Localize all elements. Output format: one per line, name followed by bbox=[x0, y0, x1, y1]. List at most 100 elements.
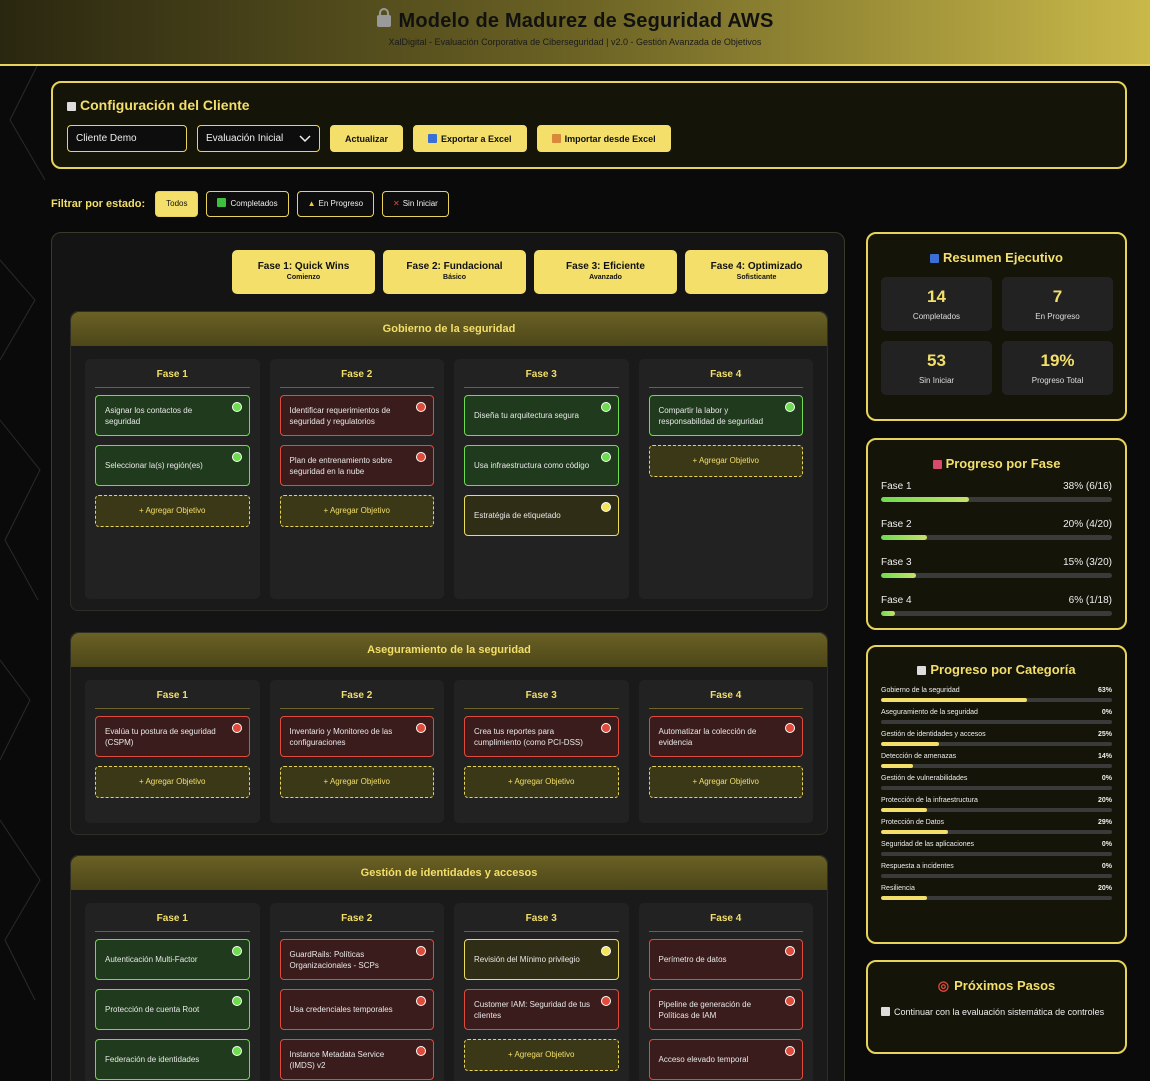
trend-chart-icon bbox=[932, 460, 942, 469]
category-value: 0% bbox=[1101, 709, 1112, 716]
objective-card[interactable]: Usa credenciales temporales bbox=[279, 989, 434, 1030]
objective-card[interactable]: Instance Metadata Service (IMDS) v2 bbox=[279, 1039, 434, 1080]
phase-column: Fase 3 Diseña tu arquitectura segura Usa i… bbox=[454, 359, 629, 599]
lock-icon bbox=[376, 8, 391, 27]
add-objective-button[interactable]: + Agregar Objetivo bbox=[279, 495, 434, 527]
status-dot-icon[interactable] bbox=[600, 452, 611, 462]
phase-header-1[interactable]: Fase 1: Quick Wins Comienzo bbox=[232, 250, 375, 294]
objective-card[interactable]: Inventario y Monitoreo de las configurac… bbox=[279, 716, 434, 757]
executive-summary-panel: Resumen Ejecutivo 14 Completados 7 En Prog… bbox=[866, 232, 1127, 421]
add-objective-button[interactable]: + Agregar Objetivo bbox=[648, 445, 803, 477]
objective-card[interactable]: Autenticación Multi-Factor bbox=[95, 939, 250, 980]
objective-card[interactable]: Revisión del Mínimo privilegio bbox=[464, 939, 619, 980]
status-dot-icon[interactable] bbox=[231, 946, 242, 956]
phase-column-title: Fase 1 bbox=[95, 690, 250, 709]
objective-card[interactable]: Identificar requerimientos de seguridad … bbox=[279, 395, 434, 436]
objective-card[interactable]: Customer IAM: Seguridad de tus clientes bbox=[464, 989, 619, 1030]
add-objective-button[interactable]: + Agregar Objetivo bbox=[648, 766, 803, 798]
domain-title: Gestión de identidades y accesos bbox=[71, 856, 827, 890]
objective-card[interactable]: Seleccionar la(s) región(es) bbox=[95, 445, 250, 486]
objective-card[interactable]: Usa infraestructura como código bbox=[464, 445, 619, 486]
status-dot-icon[interactable] bbox=[600, 723, 611, 733]
objective-card[interactable]: Perímetro de datos bbox=[648, 939, 803, 980]
status-dot-icon[interactable] bbox=[416, 723, 426, 733]
objective-card[interactable]: Protección de cuenta Root bbox=[95, 989, 250, 1030]
category-label: Aseguramiento de la seguridad bbox=[881, 709, 978, 716]
phase-columns: Fase 1 Autenticación Multi-Factor Protecci… bbox=[71, 890, 827, 1081]
export-excel-button[interactable]: Exportar a Excel bbox=[413, 125, 527, 152]
objective-card[interactable]: Automatizar la colección de evidencia bbox=[648, 716, 803, 757]
objective-card[interactable]: Estratégia de etiquetado bbox=[464, 495, 619, 536]
filter-not-started-button[interactable]: ✕ Sin Iniciar bbox=[382, 191, 449, 217]
status-dot-icon[interactable] bbox=[600, 402, 611, 412]
status-dot-icon[interactable] bbox=[231, 402, 242, 412]
status-dot-icon[interactable] bbox=[600, 946, 611, 956]
next-steps-panel: ◎ Próximos Pasos Continuar con la evaluac… bbox=[866, 960, 1127, 1054]
add-objective-button[interactable]: + Agregar Objetivo bbox=[279, 766, 434, 798]
warning-icon: ▲ bbox=[307, 199, 316, 208]
client-name-input[interactable]: Cliente Demo bbox=[67, 125, 187, 152]
objective-card[interactable]: Asignar los contactos de seguridad bbox=[95, 395, 250, 436]
objective-card[interactable]: Crea tus reportes para cumplimiento (com… bbox=[464, 716, 619, 757]
objective-card[interactable]: Evalúa tu postura de seguridad (CSPM) bbox=[95, 716, 250, 757]
phase-column: Fase 4 Automatizar la colección de eviden… bbox=[638, 680, 813, 823]
add-objective-button[interactable]: + Agregar Objetivo bbox=[95, 495, 250, 527]
status-dot-icon[interactable] bbox=[785, 402, 795, 412]
status-dot-icon[interactable] bbox=[785, 946, 795, 956]
objective-card[interactable]: GuardRails: Políticas Organizacionales -… bbox=[279, 939, 434, 980]
status-dot-icon[interactable] bbox=[231, 1046, 242, 1056]
add-objective-button[interactable]: + Agregar Objetivo bbox=[464, 766, 619, 798]
phase-progress-value: 15% (3/20) bbox=[1063, 557, 1112, 568]
status-dot-icon[interactable] bbox=[231, 996, 242, 1006]
filter-in-progress-button[interactable]: ▲ En Progreso bbox=[296, 191, 375, 217]
status-dot-icon[interactable] bbox=[416, 996, 426, 1006]
phase-column-title: Fase 1 bbox=[95, 369, 250, 388]
progress-bar-fill bbox=[881, 808, 928, 812]
progress-bar-fill bbox=[881, 497, 969, 502]
evaluation-select[interactable]: Evaluación Inicial bbox=[197, 125, 320, 152]
status-dot-icon[interactable] bbox=[416, 452, 426, 462]
phase-progress-title: Progreso por Fase bbox=[868, 456, 1125, 471]
objective-card[interactable]: Federación de identidades bbox=[95, 1039, 250, 1080]
status-dot-icon[interactable] bbox=[416, 1046, 426, 1056]
status-dot-icon[interactable] bbox=[416, 946, 426, 956]
phase-header-4[interactable]: Fase 4: Optimizado Sofisticante bbox=[685, 250, 828, 294]
phase-column-title: Fase 1 bbox=[95, 913, 250, 932]
filter-completed-button[interactable]: Completados bbox=[206, 191, 289, 217]
status-dot-icon[interactable] bbox=[416, 402, 426, 412]
status-dot-icon[interactable] bbox=[600, 502, 611, 512]
objective-text: Instance Metadata Service (IMDS) v2 bbox=[289, 1049, 385, 1070]
objective-card[interactable]: Plan de entrenamiento sobre seguridad en… bbox=[279, 445, 434, 486]
objective-card[interactable]: Compartir la labor y responsabilidad de … bbox=[648, 395, 803, 436]
status-dot-icon[interactable] bbox=[231, 452, 242, 462]
app-header: Modelo de Madurez de Seguridad AWS XalDi… bbox=[0, 0, 1150, 66]
category-value: 25% bbox=[1097, 731, 1112, 738]
import-excel-button[interactable]: Importar desde Excel bbox=[536, 125, 671, 152]
add-objective-button[interactable]: + Agregar Objetivo bbox=[464, 1039, 619, 1071]
category-progress-panel: Progreso por Categoría Gobierno de la se… bbox=[866, 645, 1127, 944]
phase-header-2[interactable]: Fase 2: Fundacional Básico bbox=[383, 250, 526, 294]
objective-text: Usa credenciales temporales bbox=[289, 1005, 393, 1014]
status-dot-icon[interactable] bbox=[231, 723, 242, 733]
objective-card[interactable]: Pipeline de generación de Políticas de I… bbox=[648, 989, 803, 1030]
clipboard-icon bbox=[917, 666, 927, 675]
status-dot-icon[interactable] bbox=[785, 1046, 795, 1056]
status-dot-icon[interactable] bbox=[785, 723, 795, 733]
status-dot-icon[interactable] bbox=[600, 996, 611, 1006]
status-dot-icon[interactable] bbox=[785, 996, 795, 1006]
objective-card[interactable]: Diseña tu arquitectura segura bbox=[464, 395, 619, 436]
domain-section: Gestión de identidades y accesos Fase 1 Au… bbox=[70, 855, 828, 1081]
progress-bar-fill bbox=[881, 742, 939, 746]
phase-header-3[interactable]: Fase 3: Eficiente Avanzado bbox=[534, 250, 677, 294]
category-label: Gestión de vulnerabilidades bbox=[881, 775, 968, 782]
phase-progress-value: 38% (6/16) bbox=[1063, 481, 1112, 492]
add-objective-button[interactable]: + Agregar Objetivo bbox=[95, 766, 250, 798]
filter-all-button[interactable]: Todos bbox=[155, 191, 199, 217]
update-button[interactable]: Actualizar bbox=[330, 125, 404, 152]
next-steps-title: ◎ Próximos Pasos bbox=[937, 978, 1056, 993]
objective-text: Customer IAM: Seguridad de tus clientes bbox=[474, 999, 591, 1020]
phase-column: Fase 2 Identificar requerimientos de segu… bbox=[269, 359, 444, 599]
objective-card[interactable]: Acceso elevado temporal bbox=[648, 1039, 803, 1080]
clipboard-icon bbox=[881, 1007, 890, 1016]
progress-bar bbox=[881, 786, 1112, 790]
